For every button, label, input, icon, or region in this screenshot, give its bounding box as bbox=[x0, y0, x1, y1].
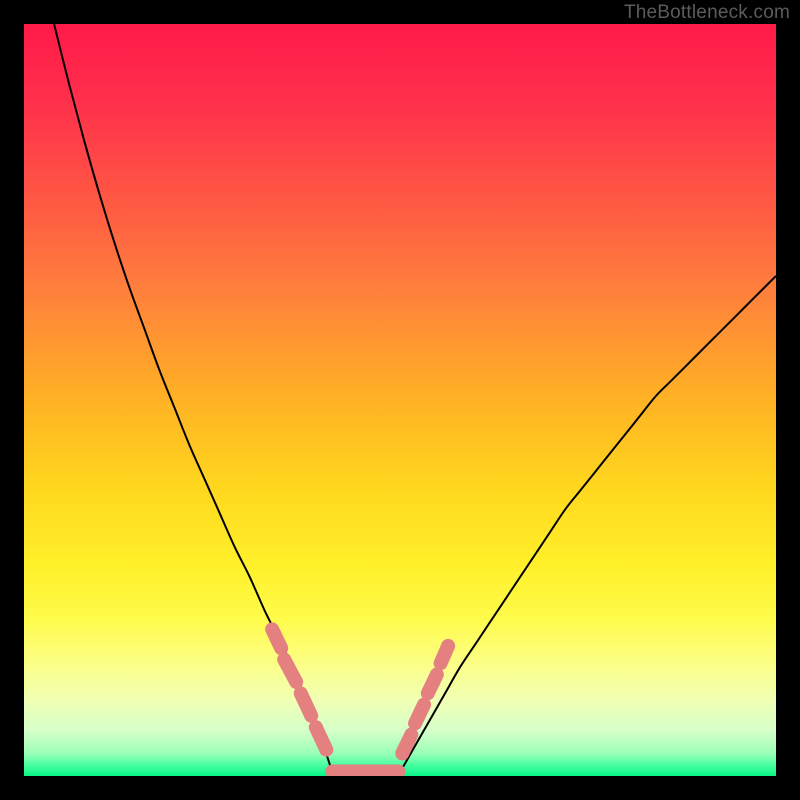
gradient-background bbox=[24, 24, 776, 776]
plot-area bbox=[24, 24, 776, 776]
pink-dashes-right bbox=[441, 646, 449, 663]
chart-svg bbox=[24, 24, 776, 776]
pink-dashes-right bbox=[415, 705, 424, 724]
chart-frame: TheBottleneck.com bbox=[0, 0, 800, 800]
pink-dashes-left bbox=[316, 727, 327, 750]
pink-dashes-left bbox=[301, 693, 312, 716]
pink-dashes-left bbox=[272, 629, 281, 648]
watermark-text: TheBottleneck.com bbox=[624, 2, 790, 24]
pink-dashes-right bbox=[428, 674, 437, 693]
pink-dashes-right bbox=[402, 735, 411, 754]
